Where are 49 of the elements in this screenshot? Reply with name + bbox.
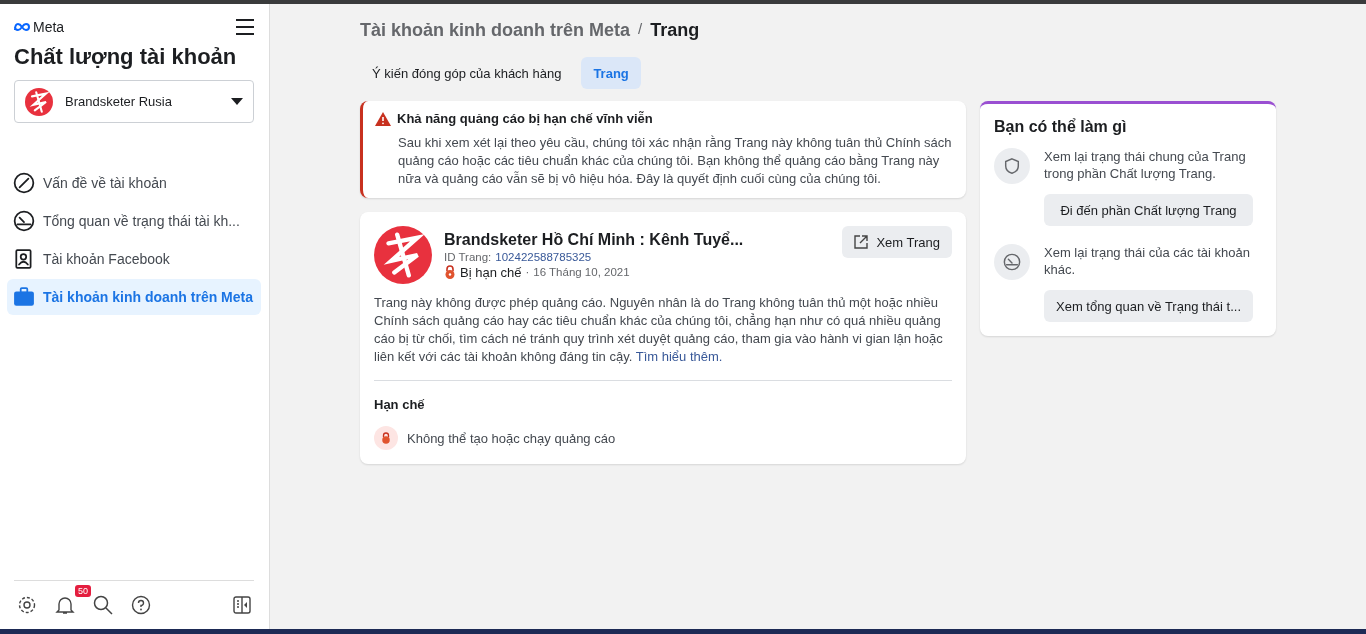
learn-more-link[interactable]: Tìm hiểu thêm. <box>635 349 723 364</box>
breadcrumb-separator: / <box>638 20 643 39</box>
breadcrumb-link[interactable]: Tài khoản kinh doanh trên Meta <box>360 20 631 41</box>
search-icon[interactable] <box>93 595 113 615</box>
restrictions-title: Hạn chế <box>374 397 426 412</box>
meta-logo: Meta <box>13 19 65 35</box>
status-label: Bị hạn chế <box>460 264 522 280</box>
page-name: Brandsketer Hồ Chí Minh : Kênh Tuyể... <box>444 230 745 249</box>
page-id-label: ID Trang: <box>444 250 492 263</box>
action-description: Xem lại trạng thái chung của Trang trong phần Chất lượng Trang. <box>1044 148 1247 183</box>
restriction-text: Không thể tạo hoặc chạy quảng cáo <box>407 430 616 446</box>
sidebar-item[interactable]: Tài khoản kinh doanh trên Meta <box>7 279 261 315</box>
notifications-icon[interactable] <box>55 595 75 615</box>
action-description: Xem lại trạng thái của các tài khoản khác. <box>1044 244 1251 279</box>
settings-icon[interactable] <box>17 595 37 615</box>
caret-icon <box>231 98 243 105</box>
action-button[interactable]: Đi đến phần Chất lượng Trang <box>1044 194 1253 226</box>
sidebar-item[interactable]: Tổng quan về trạng thái tài kh... <box>7 203 261 239</box>
page-title: Chất lượng tài khoản <box>14 44 238 70</box>
external-link-icon <box>854 235 869 249</box>
dot-separator: · <box>525 266 530 278</box>
warning-icon <box>375 111 391 126</box>
gauge-icon <box>13 210 35 232</box>
help-icon[interactable] <box>131 595 151 615</box>
tab[interactable]: Trang <box>581 57 641 89</box>
shield-icon <box>1003 157 1021 175</box>
alert-message: Sau khi xem xét lại theo yêu cầu, chúng tôi xác nhận rằng Trang này không tuân thủ Chính sách quảng cáo hoặc các tiêu chuẩn khác của chúng tôi. Bạn không thể quảng cáo bằng Trang này nữa và quảng cáo vẫn sẽ bị vô hiệu hóa. Đây là quyết định cuối cùng của chúng tôi. <box>398 134 952 188</box>
slash-circle-icon <box>13 172 35 194</box>
lock-icon <box>444 265 456 279</box>
action-button[interactable]: Xem tổng quan về Trạng thái t... <box>1044 290 1253 322</box>
sidebar-item[interactable]: Tài khoản Facebook <box>7 241 261 277</box>
gauge-icon <box>1003 253 1021 271</box>
date-label: 16 Tháng 10, 2021 <box>533 266 630 278</box>
briefcase-icon <box>13 286 35 308</box>
lock-icon <box>374 426 398 450</box>
page-id: 102422588785325 <box>495 250 592 263</box>
alert-title: Khả năng quảng cáo bị hạn chế vĩnh viễn <box>397 111 653 126</box>
tab[interactable]: Ý kiến đóng góp của khách hàng <box>360 57 574 89</box>
brand-logo-icon <box>25 87 53 116</box>
description-text: Trang này không được phép quảng cáo. Nguyên nhân là do Trang không tuân thủ một hoặc nhiều Chính sách quảng cáo hay các tiêu chuẩn khác của chúng tôi, chẳng hạn như có quá nhiều quảng cáo bị từ chối, tìm cách né tránh quy trình xét duyệt quảng cáo, tham gia vào hành vi gian lận hoặc liên kết với các tài khoản không đáng tin cậy. Tìm hiểu thêm. <box>374 294 944 366</box>
breadcrumb-current: Trang <box>650 20 700 41</box>
sidebar-item[interactable]: Vấn đề về tài khoản <box>7 165 261 201</box>
brand-logo-icon <box>374 226 432 284</box>
collapse-panel-icon[interactable] <box>233 596 251 614</box>
panel-title: Bạn có thể làm gì <box>994 118 1128 136</box>
view-page-button[interactable]: Xem Trang <box>842 226 952 258</box>
account-picker[interactable]: Brandsketer Rusia <box>14 80 254 123</box>
menu-icon[interactable] <box>235 18 255 36</box>
notification-count: 50 <box>75 585 91 597</box>
